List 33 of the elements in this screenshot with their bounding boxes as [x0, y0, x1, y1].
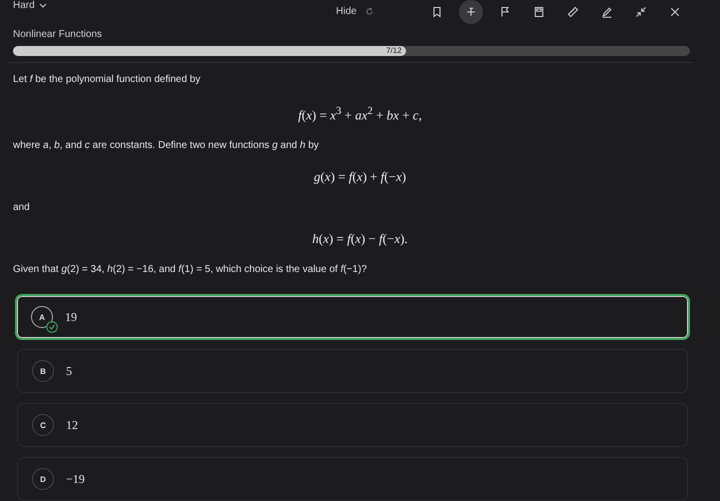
- question-text: Let f be the polynomial function defined by: [13, 72, 202, 87]
- difficulty-dropdown[interactable]: Hard: [13, 0, 47, 11]
- equation: h(x) = f(x) − f(−x).: [311, 231, 409, 247]
- choice-letter: C: [32, 414, 54, 436]
- bookmark-icon: [431, 6, 443, 18]
- close-icon: [669, 6, 681, 18]
- choice-text: −19: [66, 472, 85, 486]
- collapse-icon: [635, 6, 647, 18]
- strikethrough-icon: [465, 6, 477, 18]
- ruler-icon: [567, 6, 579, 18]
- choice-letter: D: [32, 468, 54, 490]
- question-text: and: [13, 201, 31, 215]
- hide-button[interactable]: Hide: [336, 6, 374, 17]
- choice-text: 5: [66, 364, 72, 378]
- answer-choice[interactable]: A 19: [15, 294, 690, 340]
- question-text: where a, b, and c are constants. Define two new functions g and h by: [13, 139, 320, 153]
- answer-choice[interactable]: D −19: [17, 457, 688, 501]
- choice-text: 19: [65, 310, 77, 324]
- calculator-icon: [533, 6, 545, 18]
- question-text: Given that g(2) = 34, h(2) = −16, and f(1) = 5, which choice is the value of f(−1)?: [13, 263, 368, 277]
- refresh-icon: [364, 7, 374, 16]
- chevron-icon: [38, 2, 47, 10]
- equation: f(x) = x$^{3}$ + ax$^{2}$ + bx + c,: [297, 104, 423, 123]
- toolbar-button[interactable]: [459, 0, 483, 24]
- equation: g(x) = f(x) + f(−x): [312, 169, 408, 185]
- topic-title: Nonlinear Functions: [13, 29, 103, 40]
- progress-label: 7/12: [386, 46, 402, 56]
- answer-choice[interactable]: C 12: [17, 403, 688, 447]
- choice-text: 12: [66, 418, 78, 432]
- flag-icon: [499, 6, 511, 18]
- pen-icon: [601, 6, 613, 18]
- answer-choice[interactable]: B 5: [17, 349, 688, 393]
- choice-letter: B: [32, 360, 54, 382]
